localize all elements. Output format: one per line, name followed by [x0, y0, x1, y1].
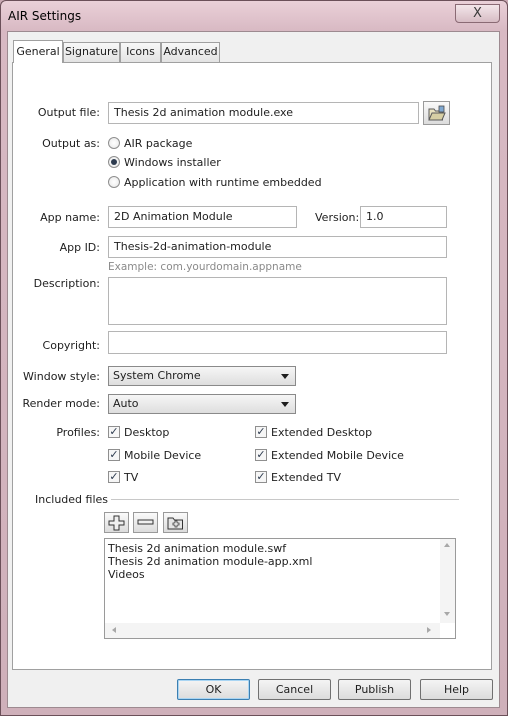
help-button[interactable]: Help: [420, 679, 493, 700]
tab-icons[interactable]: Icons: [120, 42, 161, 62]
list-item[interactable]: Thesis 2d animation module.swf: [108, 542, 286, 555]
radio-air-package[interactable]: [108, 137, 120, 149]
checkbox-mobile-device-label: Mobile Device: [124, 449, 202, 462]
checkbox-extended-tv-label: Extended TV: [271, 471, 341, 484]
checkbox-extended-tv[interactable]: ✓: [255, 471, 267, 483]
window-style-select[interactable]: System Chrome: [108, 366, 296, 386]
folder-open-icon: [428, 105, 446, 121]
output-file-input[interactable]: Thesis 2d animation module.exe: [108, 102, 419, 124]
copyright-input[interactable]: [108, 331, 447, 354]
checkbox-desktop-label: Desktop: [124, 426, 170, 439]
close-icon: X: [473, 6, 482, 21]
version-input[interactable]: 1.0: [360, 206, 447, 228]
window-title: AIR Settings: [8, 9, 82, 23]
app-name-label: App name:: [40, 211, 100, 224]
checkbox-desktop[interactable]: ✓: [108, 426, 120, 438]
section-divider: [111, 499, 459, 500]
tab-signature[interactable]: Signature: [63, 42, 120, 62]
remove-file-button[interactable]: [133, 512, 158, 533]
add-file-icon: [108, 515, 125, 531]
close-button[interactable]: X: [455, 4, 500, 23]
checkbox-extended-mobile-device[interactable]: ✓: [255, 449, 267, 461]
browse-output-button[interactable]: [423, 101, 450, 125]
app-id-input[interactable]: Thesis-2d-animation-module: [108, 236, 447, 258]
checkbox-tv[interactable]: ✓: [108, 471, 120, 483]
app-name-input[interactable]: 2D Animation Module: [108, 206, 297, 228]
radio-runtime-embedded-label: Application with runtime embedded: [124, 176, 322, 189]
scroll-right-arrow-icon[interactable]: [427, 627, 431, 633]
render-mode-select[interactable]: Auto: [108, 394, 296, 414]
output-file-label: Output file:: [37, 106, 100, 119]
list-item[interactable]: Thesis 2d animation module-app.xml: [108, 555, 312, 568]
checkbox-extended-mobile-device-label: Extended Mobile Device: [271, 449, 404, 462]
window-style-value: System Chrome: [113, 369, 201, 382]
add-folder-icon: [167, 517, 183, 530]
description-input[interactable]: [108, 277, 447, 325]
included-files-list[interactable]: Thesis 2d animation module.swf Thesis 2d…: [104, 538, 456, 639]
checkbox-extended-desktop[interactable]: ✓: [255, 426, 267, 438]
description-label: Description:: [33, 277, 100, 290]
ok-button[interactable]: OK: [177, 679, 250, 700]
scroll-up-arrow-icon[interactable]: [444, 543, 450, 547]
copyright-label: Copyright:: [42, 339, 100, 352]
app-id-label: App ID:: [59, 241, 100, 254]
radio-windows-installer[interactable]: [108, 156, 120, 168]
remove-file-icon: [137, 519, 154, 525]
render-mode-label: Render mode:: [22, 397, 100, 410]
checkbox-extended-desktop-label: Extended Desktop: [271, 426, 373, 439]
cancel-button[interactable]: Cancel: [258, 679, 331, 700]
radio-windows-installer-label: Windows installer: [124, 156, 221, 169]
checkbox-tv-label: TV: [124, 471, 139, 484]
chevron-down-icon: [281, 374, 289, 379]
included-files-label: Included files: [35, 493, 109, 506]
list-item[interactable]: Videos: [108, 568, 145, 581]
checkbox-mobile-device[interactable]: ✓: [108, 449, 120, 461]
tab-advanced[interactable]: Advanced: [161, 42, 220, 62]
scroll-down-arrow-icon[interactable]: [444, 612, 450, 616]
chevron-down-icon: [281, 402, 289, 407]
add-folder-button[interactable]: [163, 512, 188, 533]
vertical-scrollbar[interactable]: [440, 539, 455, 623]
tab-general[interactable]: General: [13, 40, 63, 63]
output-as-label: Output as:: [42, 137, 100, 150]
scroll-left-arrow-icon[interactable]: [112, 627, 116, 633]
radio-runtime-embedded[interactable]: [108, 176, 120, 188]
add-file-button[interactable]: [104, 512, 129, 533]
radio-air-package-label: AIR package: [124, 137, 193, 150]
publish-button[interactable]: Publish: [338, 679, 411, 700]
profiles-label: Profiles:: [56, 426, 100, 439]
app-id-hint: Example: com.yourdomain.appname: [108, 261, 302, 273]
render-mode-value: Auto: [113, 397, 139, 410]
window-style-label: Window style:: [23, 370, 100, 383]
horizontal-scrollbar[interactable]: [105, 623, 440, 638]
version-label: Version:: [315, 211, 360, 224]
